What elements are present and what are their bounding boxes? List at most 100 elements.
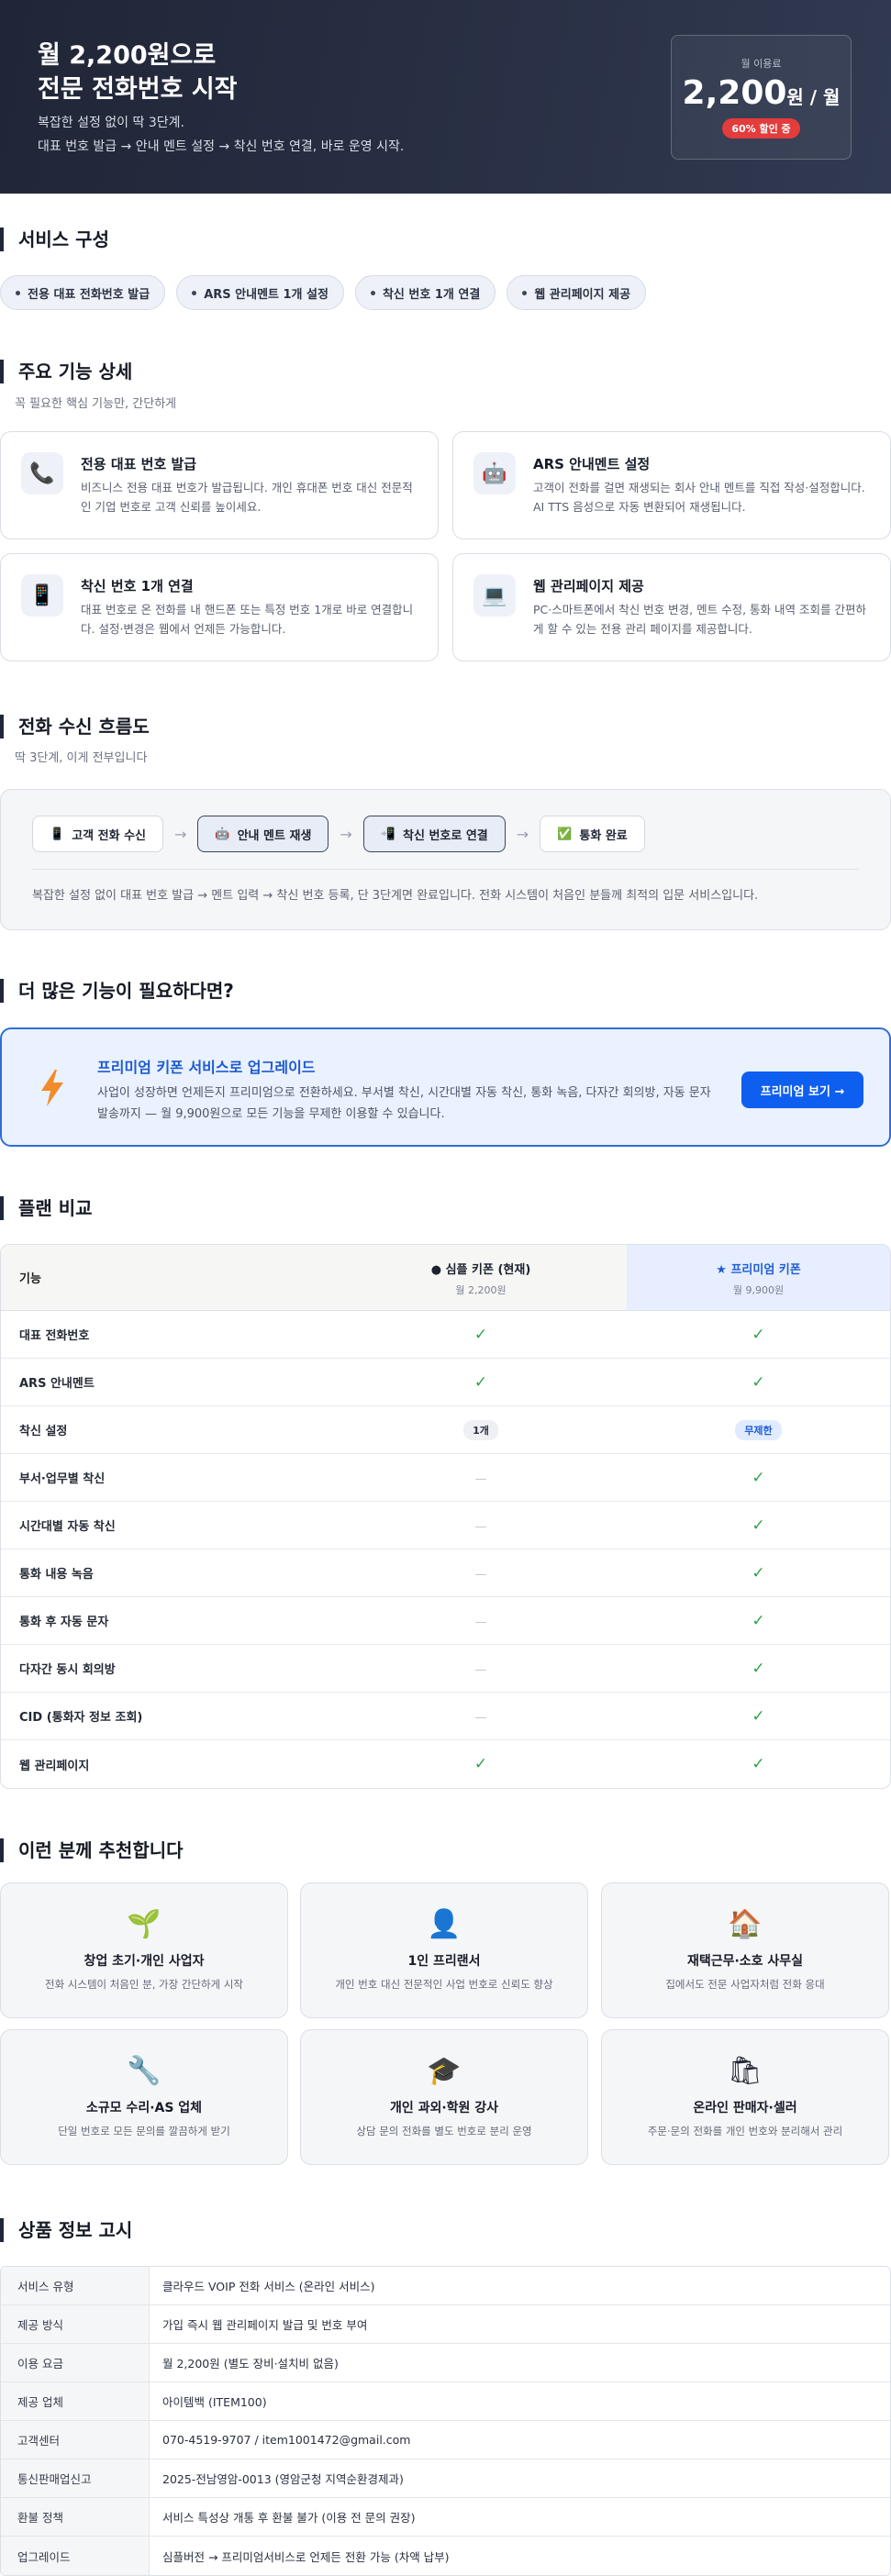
service-chip: 웹 관리페이지 제공 — [507, 275, 647, 310]
recommend-title: 1인 프리랜서 — [407, 1954, 481, 1969]
plan-table-header: 기능 ● 심플 키폰 (현재) 월 2,200원 ★ 프리미엄 키폰 월 9,9… — [1, 1245, 890, 1311]
check-icon: ✓ — [473, 1372, 488, 1392]
recommend-card: 🌱 창업 초기·개인 사업자 전화 시스템이 처음인 분, 가장 간단하게 시작 — [0, 1882, 288, 2018]
dash-icon: — — [474, 1519, 487, 1534]
info-value: 아이템백 (ITEM100) — [162, 2395, 267, 2409]
dash-icon: — — [474, 1567, 487, 1582]
feature-description: PC·스마트폰에서 착신 번호 변경, 멘트 수정, 통화 내역 조회를 간편하… — [533, 603, 866, 636]
price-value: 2,200원 / 월 — [672, 74, 851, 117]
hero-title-line1: 월 2,200원으로 — [38, 41, 217, 70]
feature-name: 대표 전화번호 — [19, 1329, 90, 1343]
feature-name: 통화 후 자동 문자 — [19, 1616, 109, 1629]
wrench-icon: 🔧 — [127, 2055, 161, 2087]
section-subtitle-features: 꼭 필요한 핵심 기능만, 간단하게 — [15, 397, 177, 411]
plan-comparison-table: 기능 ● 심플 키폰 (현재) 월 2,200원 ★ 프리미엄 키폰 월 9,9… — [0, 1244, 891, 1789]
header-premium-plan: ★ 프리미엄 키폰 월 9,900원 — [627, 1245, 890, 1310]
recommend-title: 소규모 수리·AS 업체 — [85, 2101, 203, 2115]
recommend-card: 🔧 소규모 수리·AS 업체단일 번호로 모든 문의를 깔끔하게 받기 — [0, 2029, 288, 2165]
service-chips: 전용 대표 전화번호 발급 ARS 안내멘트 1개 설정 착신 번호 1개 연결 웹 … — [0, 275, 647, 310]
feature-name: 통화 내용 녹음 — [19, 1568, 94, 1582]
simple-cell: 1개 — [335, 1419, 627, 1440]
check-icon: ✓ — [473, 1755, 488, 1773]
dash-icon: — — [474, 1615, 487, 1629]
price-label: 월 이용료 — [741, 58, 782, 70]
forward-icon: 📲 — [380, 827, 395, 841]
info-value: 070-4519-9707 / item1001472@gmail.com — [162, 2433, 411, 2447]
feature-card: 📱 착신 번호 1개 연결 대표 번호로 온 전화를 내 핸드폰 또는 특정 번호 … — [0, 553, 439, 661]
table-row: 제공 방식 가입 즉시 웹 관리페이지 발급 및 번호 부여 — [1, 2305, 890, 2344]
flow-step-label: 고객 전화 수신 — [72, 828, 146, 843]
table-row: 시간대별 자동 착신 — ✓ — [1, 1502, 890, 1549]
recommend-description: 개인 번호 대신 전문적인 사업 번호로 신뢰도 향상 — [335, 1978, 553, 1991]
simple-cell: — — [335, 1564, 627, 1582]
flow-step-label: 통화 완료 — [579, 828, 628, 843]
feature-name: 착신 설정 — [19, 1425, 68, 1438]
info-key: 제공 업체 — [1, 2382, 150, 2420]
premium-cell: ✓ — [627, 1660, 890, 1678]
premium-cell: ✓ — [627, 1755, 890, 1773]
table-row: 통화 후 자동 문자 — ✓ — [1, 1597, 890, 1645]
bullet-icon — [522, 290, 528, 295]
table-row: 업그레이드 심플버전 → 프리미엄서비스로 언제든 전환 가능 (차액 납부) — [1, 2537, 890, 2575]
section-subtitle-flow: 딱 3단계, 이게 전부입니다 — [15, 751, 148, 765]
premium-cell: ✓ — [627, 1326, 890, 1344]
feature-title: 전용 대표 번호 발급 — [81, 456, 197, 472]
info-value: 서비스 특성상 개통 후 환불 불가 (이용 전 문의 권장) — [162, 2511, 416, 2525]
table-row: 대표 전화번호 ✓ ✓ — [1, 1311, 890, 1359]
value-pill: 무제한 — [735, 1419, 782, 1440]
info-key: 제공 방식 — [1, 2305, 150, 2343]
premium-view-button[interactable]: 프리미엄 보기 → — [741, 1071, 863, 1108]
table-row: 부서·업무별 착신 — ✓ — [1, 1454, 890, 1502]
premium-cell: ✓ — [627, 1612, 890, 1630]
robot-icon: 🤖 — [473, 452, 516, 494]
premium-description: 사업이 성장하면 언제든지 프리미엄으로 전환하세요. 부서별 착신, 시간대별… — [97, 1086, 711, 1121]
check-icon: ✓ — [752, 1611, 765, 1630]
feature-name: CID (통화자 정보 조회) — [19, 1711, 143, 1725]
header-simple-plan: ● 심플 키폰 (현재) 월 2,200원 — [335, 1245, 627, 1310]
check-icon: ✓ — [473, 1325, 488, 1344]
info-value: 2025-전남영암-0013 (영암군청 지역순환경제과) — [162, 2472, 404, 2486]
service-chip: 전용 대표 전화번호 발급 — [0, 275, 166, 310]
recommend-title: 개인 과외·학원 강사 — [389, 2101, 499, 2115]
graduation-cap-icon: 🎓 — [427, 2055, 462, 2087]
hero-desc-line1: 복잡한 설정 없이 딱 3단계. — [38, 116, 184, 130]
product-info-table: 서비스 유형 클라우드 VOIP 전화 서비스 (온라인 서비스) 제공 방식 가입 … — [0, 2266, 891, 2576]
hero-title: 월 2,200원으로 전문 전화번호 시작 — [38, 39, 238, 106]
check-icon: ✅ — [557, 827, 573, 841]
arrow-right-icon: → — [340, 825, 352, 843]
shopping-bag-icon: 🛍 — [727, 2055, 763, 2087]
recommend-description: 집에서도 전문 사업자처럼 전화 응대 — [665, 1978, 825, 1991]
feature-description: 비즈니스 전용 대표 번호가 발급됩니다. 개인 휴대폰 번호 대신 전문적인 … — [81, 481, 413, 514]
info-value: 가입 즉시 웹 관리페이지 발급 및 번호 부여 — [162, 2318, 368, 2332]
info-value: 심플버전 → 프리미엄서비스로 언제든 전환 가능 (차액 납부) — [162, 2549, 450, 2564]
recommend-card: 🛍 온라인 판매자·셀러 주문·문의 전화를 개인 번호와 분리해서 관리 — [601, 2029, 889, 2165]
section-title-notice: 상품 정보 고시 — [0, 2218, 132, 2242]
header-feature: 기능 — [1, 1245, 335, 1310]
section-title-plans: 플랜 비교 — [0, 1196, 93, 1220]
section-title-flow: 전화 수신 흐름도 — [0, 715, 150, 738]
feature-title: 웹 관리페이지 제공 — [533, 578, 644, 594]
flow-step-label: 착신 번호로 연결 — [403, 828, 488, 843]
simple-cell: — — [335, 1707, 627, 1726]
mobile-icon: 📱 — [21, 574, 63, 616]
premium-plan-price: 월 9,900원 — [732, 1284, 785, 1296]
recommend-card: 👤 1인 프리랜서개인 번호 대신 전문적인 사업 번호로 신뢰도 향상 — [300, 1882, 588, 2018]
simple-cell: — — [335, 1612, 627, 1630]
flow-step: 📲 착신 번호로 연결 — [362, 816, 506, 852]
simple-cell: ✓ — [335, 1755, 627, 1773]
person-icon: 👤 — [427, 1908, 462, 1940]
value-pill: 1개 — [463, 1419, 498, 1440]
table-row: 고객센터 070-4519-9707 / item1001472@gmail.co… — [1, 2421, 890, 2459]
info-key: 통신판매업신고 — [1, 2459, 150, 2497]
premium-cell: ✓ — [627, 1373, 890, 1392]
recommend-description: 단일 번호로 모든 문의를 깔끔하게 받기 — [58, 2125, 230, 2137]
table-row: ARS 안내멘트 ✓ ✓ — [1, 1359, 890, 1406]
section-title-features: 주요 기능 상세 — [0, 360, 132, 383]
feature-name: 부서·업무별 착신 — [19, 1472, 106, 1486]
price-amount: 2,200 — [682, 74, 787, 112]
premium-upgrade-banner: 프리미엄 키폰 서비스로 업그레이드 사업이 성장하면 언제든지 프리미엄으로 … — [0, 1027, 891, 1147]
flow-step: 📱 고객 전화 수신 — [32, 816, 163, 852]
check-icon: ✓ — [752, 1516, 765, 1535]
phone-icon: 📞 — [21, 452, 63, 494]
feature-description: 대표 번호로 온 전화를 내 핸드폰 또는 특정 번호 1개로 바로 연결합니다… — [81, 603, 414, 636]
